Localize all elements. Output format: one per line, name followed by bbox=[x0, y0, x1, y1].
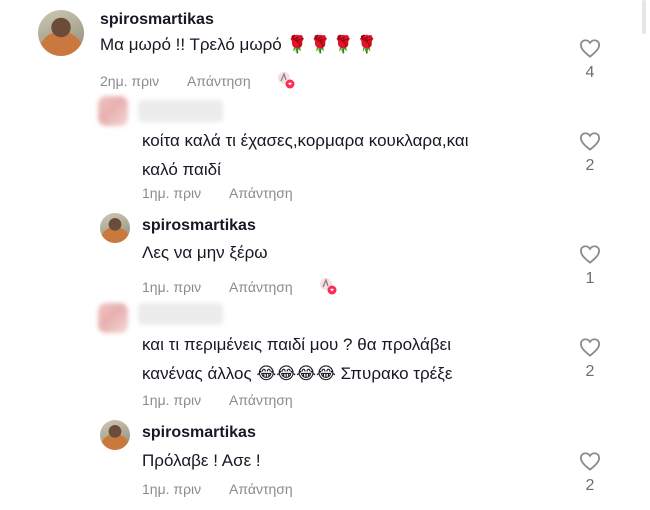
comment-meta: 1ημ. πριν Απάντηση bbox=[142, 481, 293, 497]
comment-text-main: Μα μωρό !! Τρελό μωρό bbox=[100, 35, 282, 54]
avatar[interactable] bbox=[98, 96, 128, 126]
comment-time: 1ημ. πριν bbox=[142, 185, 202, 201]
comment-text: Μα μωρό !! Τρελό μωρό 🌹🌹🌹🌹 bbox=[100, 30, 379, 59]
like-button[interactable]: 1 bbox=[575, 244, 605, 288]
like-count: 1 bbox=[585, 270, 595, 287]
reply-button[interactable]: Απάντηση bbox=[187, 73, 251, 89]
like-count: 4 bbox=[585, 64, 595, 81]
comment-text-line: και τι περιμένεις παιδί μου ? θα προλάβε… bbox=[142, 335, 451, 354]
reply-button[interactable]: Απάντηση bbox=[229, 279, 293, 295]
comment-text-line: κανένας άλλος 😂😂😂😂 Σπυρακο τρέξε bbox=[142, 359, 452, 388]
rose-emoji: 🌹🌹🌹🌹 bbox=[286, 35, 380, 54]
blurred-username bbox=[138, 100, 223, 122]
avatar[interactable] bbox=[98, 303, 128, 333]
comment-time: 2ημ. πριν bbox=[100, 73, 160, 89]
comment-text: κοίτα καλά τι έχασες,κορμαρα κουκλαρα,κα… bbox=[142, 126, 469, 184]
heart-outline-icon[interactable] bbox=[579, 337, 601, 357]
comment-meta: 1ημ. πριν Απάντηση bbox=[142, 185, 293, 201]
reply-button[interactable]: Απάντηση bbox=[229, 185, 293, 201]
like-button[interactable]: 2 bbox=[575, 451, 605, 495]
comment-time: 1ημ. πριν bbox=[142, 392, 202, 408]
comment-text: Λες να μην ξέρω bbox=[142, 243, 268, 262]
scrollbar[interactable] bbox=[642, 0, 646, 34]
like-button[interactable]: 2 bbox=[575, 131, 605, 175]
avatar[interactable] bbox=[100, 420, 130, 450]
comment-text: Πρόλαβε ! Ασε ! bbox=[142, 451, 261, 470]
like-count: 2 bbox=[585, 363, 595, 380]
comment-username[interactable]: spirosmartikas bbox=[100, 11, 214, 29]
like-button[interactable]: 4 bbox=[575, 38, 605, 82]
laughing-emoji: 😂😂😂😂 bbox=[256, 364, 336, 383]
comment-meta: 2ημ. πριν Απάντηση bbox=[100, 68, 295, 89]
blurred-username bbox=[138, 303, 223, 325]
comment-text: και τι περιμένεις παιδί μου ? θα προλάβε… bbox=[142, 330, 452, 388]
comment-username[interactable]: spirosmartikas bbox=[142, 424, 256, 442]
heart-outline-icon[interactable] bbox=[579, 131, 601, 151]
comment-meta: 1ημ. πριν Απάντηση bbox=[142, 274, 337, 295]
comment-text-part: Σπυρακο τρέξε bbox=[340, 364, 453, 383]
comment-meta: 1ημ. πριν Απάντηση bbox=[142, 392, 293, 408]
heart-outline-icon[interactable] bbox=[579, 451, 601, 471]
like-button[interactable]: 2 bbox=[575, 337, 605, 381]
like-count: 2 bbox=[585, 477, 595, 494]
comment-username[interactable]: spirosmartikas bbox=[142, 217, 256, 235]
comment-text-part: κανένας άλλος bbox=[142, 364, 252, 383]
comment-time: 1ημ. πριν bbox=[142, 481, 202, 497]
reply-button[interactable]: Απάντηση bbox=[229, 481, 293, 497]
creator-liked-badge-icon bbox=[319, 277, 337, 295]
comment-time: 1ημ. πριν bbox=[142, 279, 202, 295]
avatar[interactable] bbox=[38, 10, 84, 56]
avatar[interactable] bbox=[100, 213, 130, 243]
like-count: 2 bbox=[585, 157, 595, 174]
heart-outline-icon[interactable] bbox=[579, 38, 601, 58]
comment-text-line: καλό παιδί bbox=[142, 160, 221, 179]
reply-button[interactable]: Απάντηση bbox=[229, 392, 293, 408]
creator-liked-badge-icon bbox=[277, 71, 295, 89]
comment-text-line: κοίτα καλά τι έχασες,κορμαρα κουκλαρα,κα… bbox=[142, 131, 469, 150]
heart-outline-icon[interactable] bbox=[579, 244, 601, 264]
